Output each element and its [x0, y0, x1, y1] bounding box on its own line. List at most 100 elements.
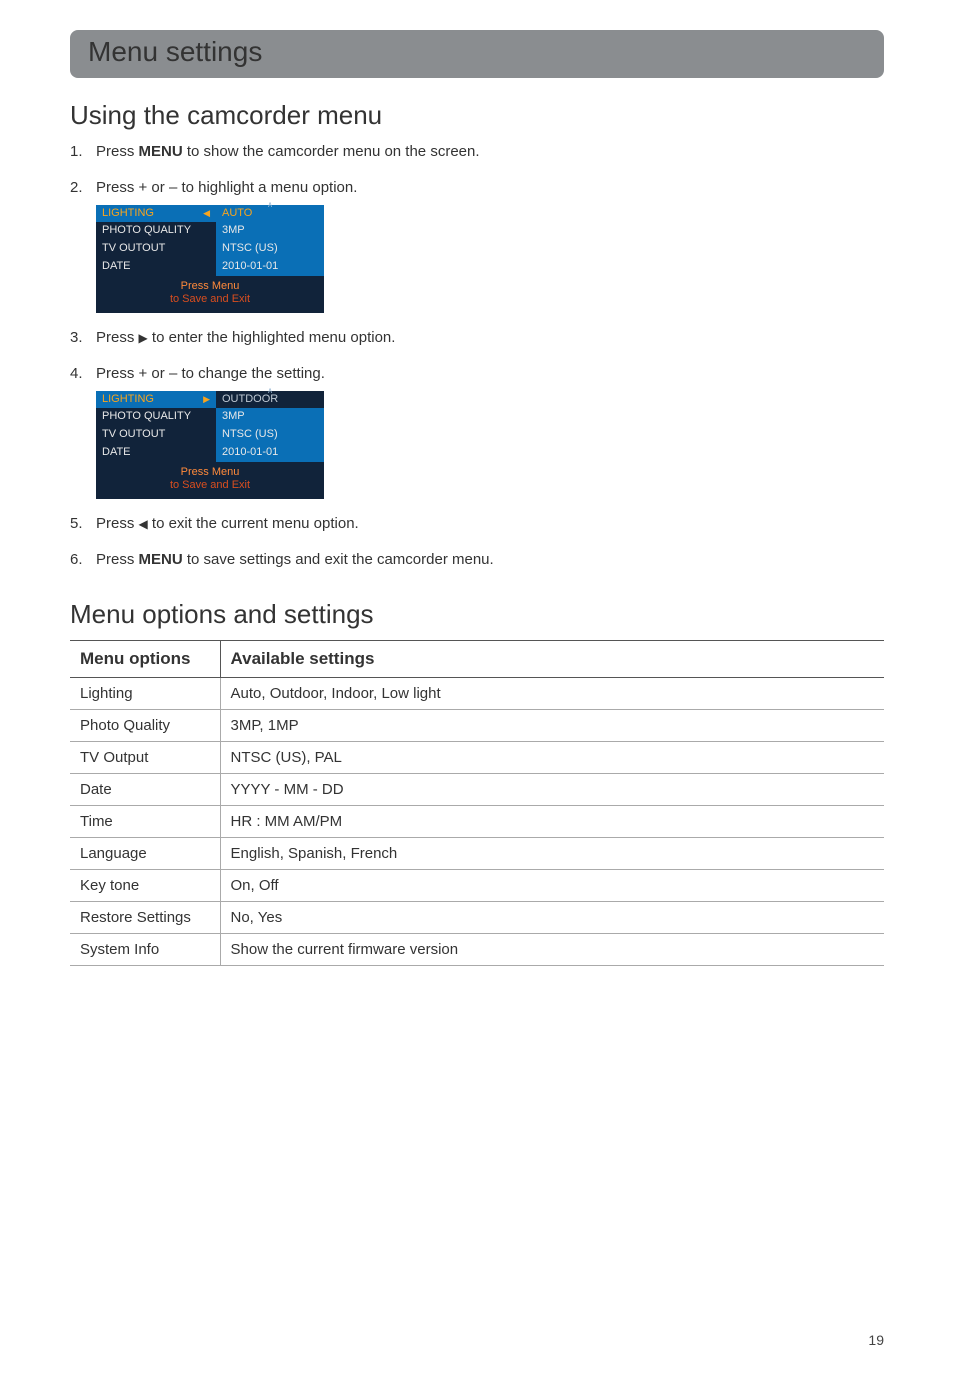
table-cell-val: YYYY - MM - DD	[220, 773, 884, 805]
table-row: System InfoShow the current firmware ver…	[70, 933, 884, 965]
step-1-menu: MENU	[139, 143, 183, 160]
step-2-text: Press + or – to highlight a menu option.	[96, 179, 357, 196]
menu-item-label: LIGHTING	[102, 393, 154, 407]
table-cell-val: Auto, Outdoor, Indoor, Low light	[220, 677, 884, 709]
menu-screenshot-2: LIGHTING ▶ ∧ OUTDOOR PHOTO QUALITY 3MP T…	[96, 391, 324, 500]
table-row: TimeHR : MM AM/PM	[70, 805, 884, 837]
caret-up-icon: ∧	[267, 386, 273, 396]
menu-value-label: AUTO	[222, 207, 252, 219]
step-5-text-b: to exit the current menu option.	[148, 515, 359, 532]
settings-table: Menu options Available settings Lighting…	[70, 640, 884, 966]
step-1-text-a: Press	[96, 143, 139, 160]
menu-item-photo-quality: PHOTO QUALITY	[96, 408, 216, 426]
step-6-text-c: to save settings and exit the camcorder …	[183, 551, 494, 568]
step-3-text-b: to enter the highlighted menu option.	[148, 329, 396, 346]
menu-footer-line1: Press Menu	[96, 466, 324, 480]
menu-item-label: DATE	[102, 446, 131, 460]
menu-value-label: 3MP	[222, 410, 245, 422]
menu-item-tv-outout: TV OUTOUT	[96, 240, 216, 258]
step-5: Press ◀ to exit the current menu option.	[70, 513, 884, 535]
table-cell-opt: Restore Settings	[70, 901, 220, 933]
menu-value: 3MP	[216, 222, 324, 240]
menu-item-photo-quality: PHOTO QUALITY	[96, 222, 216, 240]
menu-item-label: PHOTO QUALITY	[102, 410, 191, 424]
steps-list: Press MENU to show the camcorder menu on…	[70, 141, 884, 571]
menu-body: LIGHTING ◀ ∧ AUTO PHOTO QUALITY 3MP TV O…	[96, 205, 324, 314]
table-cell-val: On, Off	[220, 869, 884, 901]
step-1: Press MENU to show the camcorder menu on…	[70, 141, 884, 163]
menu-value-label: 2010-01-01	[222, 446, 278, 458]
menu-value-label: NTSC (US)	[222, 428, 278, 440]
menu-value-label: 2010-01-01	[222, 260, 278, 272]
menu-value: NTSC (US)	[216, 426, 324, 444]
step-4: Press + or – to change the setting. LIGH…	[70, 363, 884, 499]
section-heading-using-menu: Using the camcorder menu	[70, 100, 884, 131]
menu-item-tv-outout: TV OUTOUT	[96, 426, 216, 444]
step-2: Press + or – to highlight a menu option.…	[70, 177, 884, 313]
table-header-settings: Available settings	[220, 640, 884, 677]
step-4-text: Press + or – to change the setting.	[96, 365, 325, 382]
table-cell-val: No, Yes	[220, 901, 884, 933]
page-title: Menu settings	[88, 36, 866, 68]
menu-item-label: TV OUTOUT	[102, 428, 165, 442]
step-6: Press MENU to save settings and exit the…	[70, 549, 884, 571]
table-cell-opt: System Info	[70, 933, 220, 965]
table-cell-opt: Photo Quality	[70, 709, 220, 741]
step-6-menu: MENU	[139, 551, 183, 568]
table-row: Key toneOn, Off	[70, 869, 884, 901]
menu-item-label: DATE	[102, 260, 131, 274]
table-cell-opt: TV Output	[70, 741, 220, 773]
step-6-text-a: Press	[96, 551, 139, 568]
table-row: TV OutputNTSC (US), PAL	[70, 741, 884, 773]
table-cell-opt: Date	[70, 773, 220, 805]
table-row: Restore SettingsNo, Yes	[70, 901, 884, 933]
menu-item-date: DATE	[96, 258, 216, 276]
step-5-text-a: Press	[96, 515, 139, 532]
section-heading-options: Menu options and settings	[70, 599, 884, 630]
menu-footer: Press Menu to Save and Exit	[96, 276, 324, 314]
table-cell-val: 3MP, 1MP	[220, 709, 884, 741]
table-row: LanguageEnglish, Spanish, French	[70, 837, 884, 869]
table-row: LightingAuto, Outdoor, Indoor, Low light	[70, 677, 884, 709]
table-cell-val: NTSC (US), PAL	[220, 741, 884, 773]
menu-item-lighting: LIGHTING ◀	[96, 205, 216, 223]
triangle-right-icon: ▶	[139, 330, 148, 347]
menu-value: 2010-01-01	[216, 258, 324, 276]
menu-item-label: PHOTO QUALITY	[102, 224, 191, 238]
menu-footer: Press Menu to Save and Exit	[96, 462, 324, 500]
table-header-options: Menu options	[70, 640, 220, 677]
step-3: Press ▶ to enter the highlighted menu op…	[70, 327, 884, 349]
menu-screenshot-1: LIGHTING ◀ ∧ AUTO PHOTO QUALITY 3MP TV O…	[96, 205, 324, 314]
menu-value-auto: ∧ AUTO	[216, 205, 324, 223]
page-banner: Menu settings	[70, 30, 884, 78]
menu-value-outdoor: ∧ OUTDOOR	[216, 391, 324, 409]
menu-value-label: NTSC (US)	[222, 242, 278, 254]
menu-item-label: TV OUTOUT	[102, 242, 165, 256]
table-cell-opt: Language	[70, 837, 220, 869]
page-number: 19	[868, 1332, 884, 1348]
table-cell-val: HR : MM AM/PM	[220, 805, 884, 837]
menu-item-date: DATE	[96, 444, 216, 462]
menu-value: NTSC (US)	[216, 240, 324, 258]
menu-footer-line2: to Save and Exit	[96, 479, 324, 493]
menu-body: LIGHTING ▶ ∧ OUTDOOR PHOTO QUALITY 3MP T…	[96, 391, 324, 500]
table-cell-opt: Key tone	[70, 869, 220, 901]
menu-item-label: LIGHTING	[102, 207, 154, 221]
step-1-text-c: to show the camcorder menu on the screen…	[183, 143, 480, 160]
menu-footer-line2: to Save and Exit	[96, 293, 324, 307]
triangle-left-icon: ◀	[139, 516, 148, 533]
table-row: DateYYYY - MM - DD	[70, 773, 884, 805]
menu-value: 3MP	[216, 408, 324, 426]
menu-footer-line1: Press Menu	[96, 280, 324, 294]
menu-value-label: 3MP	[222, 224, 245, 236]
table-cell-val: Show the current firmware version	[220, 933, 884, 965]
menu-value: 2010-01-01	[216, 444, 324, 462]
table-cell-opt: Lighting	[70, 677, 220, 709]
menu-item-lighting: LIGHTING ▶	[96, 391, 216, 409]
table-header-row: Menu options Available settings	[70, 640, 884, 677]
caret-up-icon: ∧	[267, 200, 273, 210]
table-row: Photo Quality3MP, 1MP	[70, 709, 884, 741]
triangle-right-icon: ▶	[203, 394, 210, 405]
triangle-left-icon: ◀	[203, 208, 210, 219]
table-cell-opt: Time	[70, 805, 220, 837]
